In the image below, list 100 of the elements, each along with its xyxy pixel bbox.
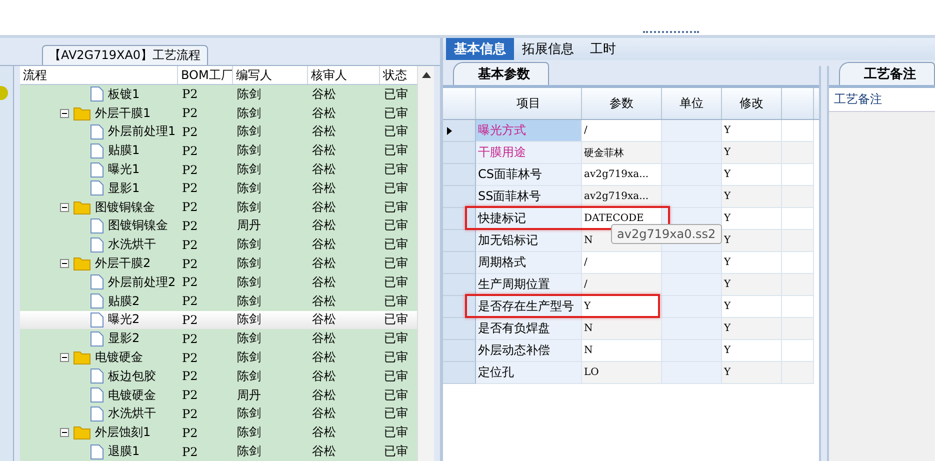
document-icon	[90, 293, 104, 310]
tree-row[interactable]: 曝光1 P2 陈剑 谷松 已审	[20, 160, 417, 179]
table-cell-text: P2	[181, 406, 199, 421]
tree-row[interactable]: 贴膜2 P2 陈剑 谷松 已审	[20, 292, 417, 311]
table-cell: 外层动态补偿	[476, 340, 582, 362]
table-cell-text: P2	[181, 218, 199, 233]
collapse-icon[interactable]	[60, 108, 69, 118]
table-cell-text: 已审	[383, 443, 409, 460]
table-cell: LO	[582, 362, 662, 384]
notes-label: 工艺备注	[829, 88, 935, 112]
table-cell-text: 陈剑	[236, 236, 262, 254]
table-cell-text: P2	[181, 388, 199, 402]
tree-row[interactable]: 水洗烘干 P2 陈剑 谷松 已审	[20, 235, 417, 254]
table-cell-text: 已审	[383, 142, 409, 160]
tab[interactable]: 工时	[582, 38, 624, 60]
tree-row[interactable]: 板边包胶 P2 陈剑 谷松 已审	[20, 366, 417, 386]
tree-row[interactable]: 外层前处理1 P2 陈剑 谷松 已审	[20, 122, 417, 142]
tree-row[interactable]: 外层蚀刻1 P2 陈剑 谷松 已审	[20, 423, 417, 442]
scroll-up-icon[interactable]	[422, 72, 430, 78]
tree-row[interactable]: 图镀铜镍金 P2 周丹 谷松 已审	[20, 216, 417, 236]
table-cell-text: 已审	[383, 405, 409, 422]
column-header[interactable]: 项目	[476, 88, 582, 119]
tree-row[interactable]: 电镀硬金 P2 陈剑 谷松 已审	[20, 348, 417, 367]
column-header[interactable]: 修改	[722, 88, 782, 119]
document-icon	[90, 368, 104, 384]
tree-row[interactable]: 曝光2 P2 陈剑 谷松 已审	[20, 310, 417, 330]
tree-node-label: 外层干膜1	[95, 104, 151, 122]
table-cell: Y	[722, 120, 782, 142]
column-header[interactable]: 单位	[662, 88, 722, 119]
tree-row[interactable]: 外层干膜2 P2 陈剑 谷松 已审	[20, 254, 417, 273]
table-cell-text: 谷松	[311, 443, 337, 460]
column-header[interactable]: 核审人	[308, 66, 380, 84]
tree-row[interactable]: 显影1 P2 陈剑 谷松 已审	[20, 178, 417, 198]
table-cell-text: 陈剑	[236, 405, 262, 422]
table-cell: 加无铅标记	[476, 230, 582, 252]
tab[interactable]: 工艺备注	[839, 62, 935, 85]
table-cell-text: 陈剑	[236, 161, 262, 178]
table-cell: Y	[722, 340, 782, 362]
folder-icon	[73, 425, 91, 440]
table-cell-text: 已审	[383, 255, 409, 272]
table-cell: 生产周期位置	[476, 274, 582, 296]
table-cell-text: 已审	[383, 330, 409, 348]
table-cell: av2g719xa...	[582, 164, 662, 186]
column-header[interactable]: 流程	[20, 66, 178, 84]
tree-node-label: 水洗烘干	[108, 236, 156, 254]
table-cell-text: P2	[181, 444, 199, 459]
table-cell: Y	[722, 252, 782, 274]
table-cell: CS面菲林号	[476, 164, 582, 186]
tab[interactable]: 基本信息	[446, 38, 514, 60]
table-cell: 干膜用途	[476, 142, 582, 164]
column-header[interactable]: 编写人	[233, 66, 308, 84]
table-cell-text: 谷松	[311, 180, 337, 197]
table-cell-text: 陈剑	[236, 123, 262, 140]
table-cell-text: P2	[181, 200, 199, 214]
table-cell-text: 谷松	[311, 236, 337, 254]
table-cell-text: 谷松	[311, 198, 337, 216]
table-cell-text: P2	[181, 106, 199, 120]
column-header[interactable]: BOM工厂	[178, 66, 233, 84]
tree-row[interactable]: 水洗烘干 P2 陈剑 谷松 已审	[20, 404, 417, 424]
tree-row[interactable]: 退膜1 P2 陈剑 谷松 已审	[20, 442, 417, 461]
table-cell: /	[582, 120, 662, 142]
splitter-grip[interactable]	[643, 31, 699, 34]
table-cell-text: 陈剑	[236, 274, 262, 291]
tab[interactable]: 拓展信息	[514, 38, 582, 60]
tree-row[interactable]: 显影2 P2 陈剑 谷松 已审	[20, 329, 417, 348]
table-cell: Y	[722, 318, 782, 340]
tree-row[interactable]: 图镀铜镍金 P2 陈剑 谷松 已审	[20, 198, 417, 217]
table-cell-text: 谷松	[311, 330, 337, 348]
table-cell-text: 谷松	[311, 274, 337, 291]
table-cell-text: 谷松	[311, 123, 337, 140]
collapse-icon[interactable]	[60, 202, 69, 212]
table-cell-text: P2	[181, 275, 199, 290]
tree-node-label: 外层前处理1	[108, 123, 176, 140]
table-cell: 快捷标记	[476, 208, 582, 230]
row-header[interactable]	[443, 120, 476, 142]
collapse-icon[interactable]	[60, 353, 69, 362]
column-header[interactable]: 参数	[582, 88, 662, 119]
document-icon	[90, 330, 104, 347]
table-cell-text: 谷松	[311, 217, 337, 234]
tree-node-label: 图镀铜镍金	[108, 217, 168, 234]
tab[interactable]: 基本参数	[453, 62, 549, 85]
tree-row[interactable]: 外层干膜1 P2 陈剑 谷松 已审	[20, 104, 417, 123]
collapse-icon[interactable]	[60, 428, 69, 438]
collapse-icon[interactable]	[60, 259, 69, 268]
tree-row[interactable]: 电镀硬金 P2 周丹 谷松 已审	[20, 386, 417, 405]
table-cell: 是否有负焊盘	[476, 318, 582, 340]
tree-row[interactable]: 贴膜1 P2 陈剑 谷松 已审	[20, 141, 417, 160]
table-cell-text: 已审	[383, 217, 409, 234]
scrollbar[interactable]	[417, 66, 434, 461]
table-cell-text: 陈剑	[236, 255, 262, 272]
table-cell: /	[582, 252, 662, 274]
tree-node-label: 外层蚀刻1	[95, 424, 151, 442]
tree-node-label: 曝光1	[108, 161, 140, 178]
tree-row[interactable]: 外层前处理2 P2 陈剑 谷松 已审	[20, 272, 417, 292]
table-cell-text: 谷松	[311, 368, 337, 385]
table-cell-text: 已审	[383, 236, 409, 254]
table-cell-text: 陈剑	[236, 292, 262, 310]
tree-row[interactable]: 板镀1 P2 陈剑 谷松 已审	[20, 85, 417, 104]
table-cell-text: 已审	[383, 198, 409, 216]
tree-node-label: 水洗烘干	[108, 405, 156, 422]
